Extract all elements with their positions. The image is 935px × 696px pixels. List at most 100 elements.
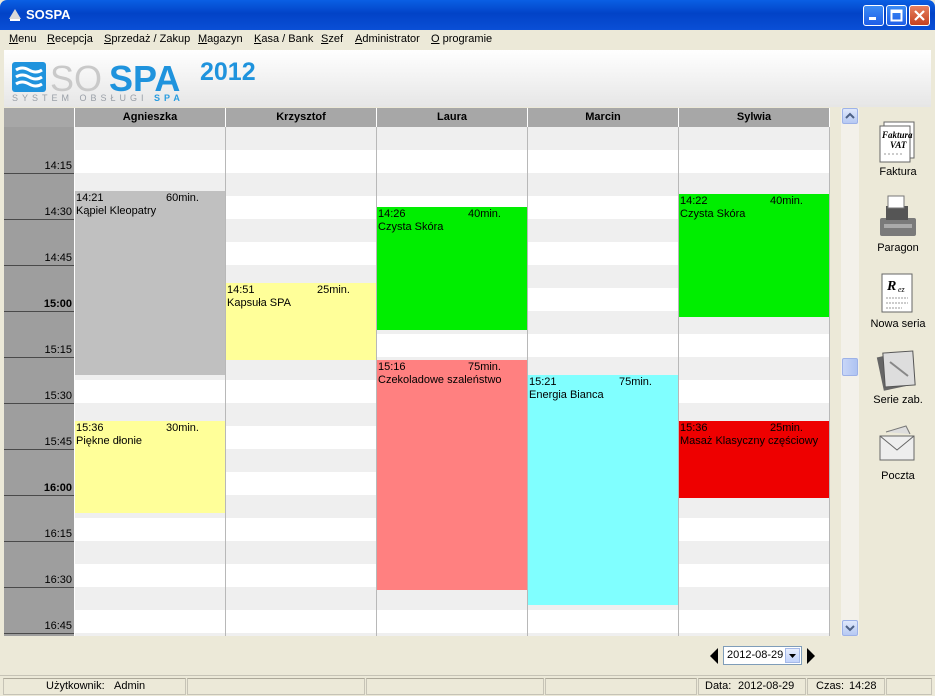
staff-header-krzysztof[interactable]: Krzysztof (226, 108, 377, 127)
status-date: 2012-08-29 (738, 680, 795, 692)
close-icon (914, 10, 925, 21)
appointment-duration: 40min. (467, 208, 501, 220)
close-button[interactable] (909, 5, 930, 26)
next-day-button[interactable] (806, 648, 816, 664)
tool-serie-zab-button[interactable]: Serie zab. (864, 336, 932, 408)
appointment-time: 14:22 (680, 195, 708, 207)
appointment-name: Masaż Klasyczny częściowy (680, 435, 819, 447)
time-label: 16:15 (44, 528, 72, 540)
appointment-schedule[interactable]: 14:15 14:30 14:45 15:00 15:15 15:30 15:45 16:00… (4, 108, 830, 636)
time-tick (4, 265, 74, 266)
status-cell-empty (886, 678, 932, 695)
column-divider (829, 127, 830, 636)
scroll-up-button[interactable] (842, 108, 858, 124)
appointment-name: Kąpiel Kleopatry (76, 205, 157, 217)
status-cell-empty (545, 678, 697, 695)
status-bar: Użytkownik: Admin Data: 2012-08-29 Czas:… (0, 675, 935, 696)
appointment-block[interactable]: 14:21 60min. Kąpiel Kleopatry (75, 191, 225, 375)
svg-text:Faktura: Faktura (881, 130, 913, 140)
mail-icon (879, 425, 915, 461)
tool-nowa-seria-button[interactable]: Rez Nowa seria (864, 260, 932, 332)
time-label: 16:30 (44, 574, 72, 586)
time-tick (4, 633, 74, 634)
maximize-button[interactable] (886, 5, 907, 26)
tool-label: Poczta (881, 470, 915, 482)
time-label: 14:15 (44, 160, 72, 172)
status-user: Admin (114, 680, 146, 692)
status-cell-empty (366, 678, 544, 695)
svg-text:ez: ez (898, 285, 906, 294)
appointment-block[interactable]: 14:26 40min. Czysta Skóra (377, 207, 527, 330)
logo-spa-text: SPA (109, 58, 180, 94)
menu-item-6[interactable]: Szef (321, 33, 343, 45)
logo-banner: SO SPA 2012 SYSTEM OBSŁUGI SPA (4, 50, 931, 107)
previous-day-button[interactable] (709, 648, 719, 664)
chevron-down-icon (845, 625, 855, 632)
appointment-time: 15:36 (76, 422, 104, 434)
right-toolbar: Faktura VAT Faktura Paragon Rez Nowa seria Ser… (864, 108, 932, 636)
appointment-time: 15:21 (529, 376, 557, 388)
appointment-time: 14:51 (227, 284, 255, 296)
menu-item-3[interactable]: Sprzedaż / Zakup (104, 33, 190, 45)
logo-so-text: SO (50, 58, 102, 94)
status-user-cell: Użytkownik: Admin (3, 678, 186, 695)
schedule-scrollbar[interactable] (841, 108, 859, 636)
scroll-thumb[interactable] (842, 358, 858, 376)
time-label: 15:15 (44, 344, 72, 356)
title-bar[interactable]: SOSPA (0, 0, 935, 30)
appointment-block[interactable]: 15:36 30min. Piękne dłonie (75, 421, 225, 513)
staff-header-agnieszka[interactable]: Agnieszka (75, 108, 226, 127)
time-tick (4, 587, 74, 588)
logo-year-text: 2012 (200, 58, 256, 86)
row-stripe (75, 127, 830, 150)
appointment-block[interactable]: 15:16 75min. Czekoladowe szaleństwo (377, 360, 527, 590)
date-dropdown-button[interactable] (785, 648, 800, 663)
time-header (4, 108, 75, 127)
time-label: 15:30 (44, 390, 72, 402)
time-label: 14:45 (44, 252, 72, 264)
staff-header-laura[interactable]: Laura (377, 108, 528, 127)
time-label: 16:00 (43, 482, 72, 494)
menu-item-8[interactable]: O programie (431, 33, 492, 45)
appointment-name: Czysta Skóra (680, 208, 746, 220)
time-tick (4, 403, 74, 404)
cash-register-icon (880, 195, 916, 236)
appointment-name: Kapsuła SPA (227, 297, 292, 309)
column-divider (225, 127, 226, 636)
menu-item-4[interactable]: Magazyn (198, 33, 243, 45)
appointment-block[interactable]: 15:36 25min. Masaż Klasyczny częściowy (679, 421, 829, 498)
time-tick (4, 449, 74, 450)
appointment-time: 15:16 (378, 361, 406, 373)
appointment-name: Energia Bianca (529, 389, 604, 401)
tool-faktura-button[interactable]: Faktura VAT Faktura (864, 108, 932, 180)
tool-paragon-button[interactable]: Paragon (864, 184, 932, 256)
sospa-logo: SO SPA 2012 (12, 58, 256, 94)
appointment-name: Czysta Skóra (378, 221, 444, 233)
staff-header-sylwia[interactable]: Sylwia (679, 108, 830, 127)
row-stripe (75, 587, 830, 610)
appointment-name: Piękne dłonie (76, 435, 143, 447)
status-time-cell: Czas: 14:28 (807, 678, 885, 695)
window-title: SOSPA (26, 7, 71, 22)
menu-item-1[interactable]: Menu (9, 33, 37, 45)
minimize-button[interactable] (863, 5, 884, 26)
appointment-duration: 75min. (618, 376, 652, 388)
arrow-right-icon (807, 648, 815, 664)
menu-item-5[interactable]: Kasa / Bank (254, 33, 313, 45)
tool-label: Paragon (877, 242, 919, 254)
tool-label: Nowa seria (870, 318, 926, 330)
menu-item-7[interactable]: Administrator (355, 33, 420, 45)
time-tick (4, 311, 74, 312)
scroll-down-button[interactable] (842, 620, 858, 636)
appointment-block[interactable]: 14:51 25min. Kapsuła SPA (226, 283, 376, 360)
tool-poczta-button[interactable]: Poczta (864, 412, 932, 484)
staff-header-marcin[interactable]: Marcin (528, 108, 679, 127)
time-tick (4, 541, 74, 542)
chevron-up-icon (845, 112, 855, 119)
appointment-block[interactable]: 14:22 40min. Czysta Skóra (679, 194, 829, 317)
invoice-icon: FakturaVAT (879, 121, 915, 163)
appointment-block[interactable]: 15:21 75min. Energia Bianca (528, 375, 678, 605)
date-select[interactable]: 2012-08-29 (723, 646, 802, 665)
menu-item-2[interactable]: Recepcja (47, 33, 93, 45)
time-tick (4, 219, 74, 220)
